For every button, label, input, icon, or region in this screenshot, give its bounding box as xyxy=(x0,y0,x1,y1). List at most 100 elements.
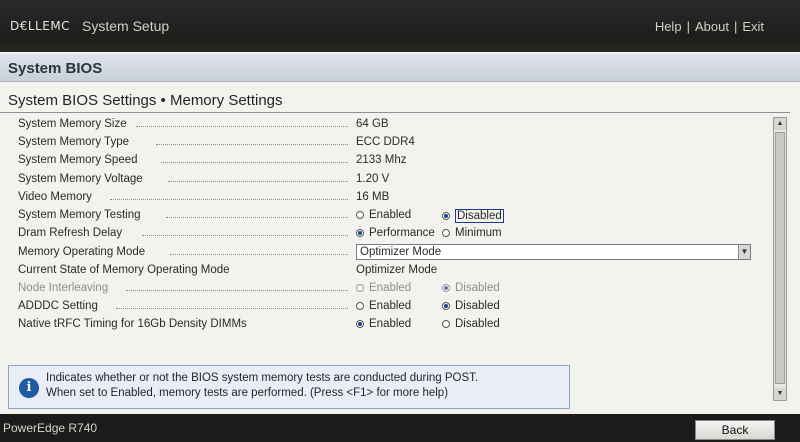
radio-unselected-icon xyxy=(356,284,364,292)
page-title: System BIOS Settings • Memory Settings xyxy=(8,92,283,109)
setting-row[interactable]: Memory Operating Mode Optimizer Mode ▼ xyxy=(16,244,768,262)
radio-label: Disabled xyxy=(455,300,500,312)
title-divider xyxy=(0,112,790,113)
radio-option-performance[interactable]: Performance xyxy=(356,227,435,239)
footer-bar: PowerEdge R740 Back xyxy=(0,414,800,442)
top-bar: D€LLEMC System Setup Help | About | Exit xyxy=(0,0,800,52)
setting-row: System Memory Type ECC DDR4 xyxy=(16,134,768,152)
setting-label: ADDDC Setting xyxy=(18,300,98,312)
section-title: System BIOS xyxy=(8,60,103,77)
dotted-leader xyxy=(110,199,348,200)
setting-label: System Memory Speed xyxy=(18,154,138,166)
setting-label: Dram Refresh Delay xyxy=(18,227,123,239)
setting-row: System Memory Voltage 1.20 V xyxy=(16,171,768,189)
radio-option-disabled: Disabled xyxy=(442,282,500,294)
dotted-leader xyxy=(161,162,348,163)
radio-option-disabled[interactable]: Disabled xyxy=(442,318,500,330)
dotted-leader xyxy=(170,254,348,255)
dotted-leader xyxy=(168,181,348,182)
setting-label: Current State of Memory Operating Mode xyxy=(18,264,230,276)
radio-option-enabled: Enabled xyxy=(356,282,411,294)
link-separator: | xyxy=(686,19,690,34)
help-box: i Indicates whether or not the BIOS syst… xyxy=(8,365,570,409)
setting-value: 2133 Mhz xyxy=(356,154,407,166)
setting-value: ECC DDR4 xyxy=(356,136,415,148)
scrollbar-thumb[interactable] xyxy=(775,132,785,384)
radio-selected-icon[interactable] xyxy=(356,320,364,328)
radio-option-enabled[interactable]: Enabled xyxy=(356,209,411,221)
setting-row[interactable]: Native tRFC Timing for 16Gb Density DIMM… xyxy=(16,316,768,334)
radio-option-enabled[interactable]: Enabled xyxy=(356,300,411,312)
radio-option-disabled[interactable]: Disabled xyxy=(442,300,500,312)
chevron-down-icon[interactable]: ▼ xyxy=(738,245,750,259)
dotted-leader xyxy=(142,235,348,236)
radio-option-enabled[interactable]: Enabled xyxy=(356,318,411,330)
setting-label: Memory Operating Mode xyxy=(18,246,146,258)
radio-unselected-icon[interactable] xyxy=(356,211,364,219)
radio-selected-icon xyxy=(442,284,450,292)
exit-link[interactable]: Exit xyxy=(742,19,764,34)
setting-row: System Memory Speed 2133 Mhz xyxy=(16,152,768,170)
setting-value: 1.20 V xyxy=(356,173,390,185)
setting-row: System Memory Size 64 GB xyxy=(16,116,768,134)
help-link[interactable]: Help xyxy=(655,19,682,34)
radio-selected-icon[interactable] xyxy=(356,229,364,237)
section-header: System BIOS xyxy=(0,54,800,82)
radio-option-minimum[interactable]: Minimum xyxy=(442,227,502,239)
radio-label: Enabled xyxy=(369,318,412,330)
dotted-leader xyxy=(116,308,348,309)
setting-value: 64 GB xyxy=(356,118,389,130)
setting-row: Video Memory 16 MB xyxy=(16,189,768,207)
setting-label: System Memory Size xyxy=(18,118,127,130)
radio-label: Enabled xyxy=(369,300,412,312)
setting-label: Native tRFC Timing for 16Gb Density DIMM… xyxy=(18,318,247,330)
link-separator: | xyxy=(733,19,738,34)
dotted-leader xyxy=(136,126,348,127)
radio-label: Disabled xyxy=(455,209,504,223)
memory-mode-select[interactable]: Optimizer Mode ▼ xyxy=(356,244,751,260)
info-icon: i xyxy=(19,378,39,398)
radio-unselected-icon[interactable] xyxy=(442,320,450,328)
select-value: Optimizer Mode xyxy=(360,246,442,258)
setting-row[interactable]: Node Interleaving Enabled Disabled xyxy=(16,280,768,298)
radio-label: Performance xyxy=(369,227,435,239)
header-links: Help | About | Exit xyxy=(655,19,764,34)
setting-row[interactable]: ADDDC Setting Enabled Disabled xyxy=(16,298,768,316)
setting-label: System Memory Voltage xyxy=(18,173,143,185)
scroll-down-icon[interactable]: ▼ xyxy=(774,388,786,400)
radio-label: Enabled xyxy=(369,282,412,294)
app-title: System Setup xyxy=(82,18,170,34)
setting-value: Optimizer Mode xyxy=(356,264,438,276)
radio-selected-icon[interactable] xyxy=(442,302,450,310)
radio-label: Minimum xyxy=(455,227,502,239)
main-page: System BIOS System BIOS Settings • Memor… xyxy=(0,52,800,414)
server-model: PowerEdge R740 xyxy=(3,421,98,435)
radio-selected-icon[interactable] xyxy=(442,212,450,220)
radio-label: Disabled xyxy=(455,282,500,294)
dell-emc-logo: D€LLEMC xyxy=(10,19,71,33)
help-line-1: Indicates whether or not the BIOS system… xyxy=(46,372,479,384)
setting-label: System Memory Testing xyxy=(18,209,141,221)
radio-unselected-icon[interactable] xyxy=(356,302,364,310)
help-line-2: When set to Enabled, memory tests are pe… xyxy=(46,387,449,399)
about-link[interactable]: About xyxy=(695,19,729,34)
radio-label: Disabled xyxy=(455,318,500,330)
back-button[interactable]: Back xyxy=(695,420,775,440)
scroll-up-icon[interactable]: ▲ xyxy=(774,118,786,130)
settings-list: System Memory Size 64 GB System Memory Typ… xyxy=(16,116,768,406)
setting-label: Node Interleaving xyxy=(18,282,109,294)
setting-row[interactable]: Dram Refresh Delay Performance Minimum xyxy=(16,225,768,243)
setting-row: Current State of Memory Operating Mode Op… xyxy=(16,262,768,280)
setting-label: Video Memory xyxy=(18,191,92,203)
setting-row[interactable]: System Memory Testing Enabled Disabled xyxy=(16,207,768,225)
scrollbar[interactable]: ▲ ▼ xyxy=(773,117,787,401)
setting-value: 16 MB xyxy=(356,191,390,203)
setting-label: System Memory Type xyxy=(18,136,129,148)
radio-label: Enabled xyxy=(369,209,412,221)
dotted-leader xyxy=(166,217,348,218)
radio-option-disabled[interactable]: Disabled xyxy=(442,209,504,223)
help-text: Indicates whether or not the BIOS system… xyxy=(46,371,478,401)
radio-unselected-icon[interactable] xyxy=(442,229,450,237)
dotted-leader xyxy=(156,144,348,145)
dotted-leader xyxy=(126,290,348,291)
